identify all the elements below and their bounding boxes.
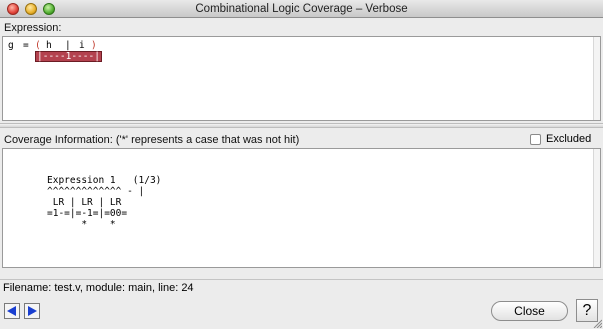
resize-grip-icon[interactable] xyxy=(592,318,602,328)
excluded-checkbox[interactable] xyxy=(530,133,541,145)
coverage-label: Coverage Information: ('*' represents a … xyxy=(4,134,300,146)
expression-equals: = xyxy=(23,40,29,51)
coverage-panel[interactable]: Expression 1 (1/3) ^^^^^^^^^^^^^ - | LR … xyxy=(2,148,601,268)
coverage-line: ^^^^^^^^^^^^^ - | xyxy=(47,186,145,197)
excluded-toggle[interactable]: Excluded xyxy=(530,133,591,145)
excluded-label: Excluded xyxy=(546,133,592,145)
expression-operand-h: h xyxy=(46,40,52,51)
coverage-line: LR | LR | LR xyxy=(47,197,122,208)
coverage-line: =1-=|=-1=|=00= xyxy=(47,208,128,219)
expression-label: Expression: xyxy=(4,22,62,34)
title-bar: Combinational Logic Coverage – Verbose xyxy=(0,0,603,18)
coverage-line: * * xyxy=(47,219,116,230)
previous-button[interactable] xyxy=(4,303,20,319)
close-button[interactable]: Close xyxy=(491,301,568,321)
button-bar: Close ? xyxy=(0,295,603,329)
next-button[interactable] xyxy=(24,303,40,319)
coverage-scrollbar[interactable] xyxy=(593,149,600,267)
pane-splitter[interactable] xyxy=(0,123,603,128)
status-text: Filename: test.v, module: main, line: 24 xyxy=(3,282,194,294)
status-bar: Filename: test.v, module: main, line: 24 xyxy=(0,279,603,294)
window-title: Combinational Logic Coverage – Verbose xyxy=(195,3,408,15)
expression-open-paren: ( xyxy=(35,40,41,51)
right-arrow-icon xyxy=(28,306,37,316)
expression-close-paren: ) xyxy=(91,40,97,51)
expression-lhs: g xyxy=(8,40,14,51)
expression-panel[interactable]: g = ( h | i ) |----1----| xyxy=(2,36,601,121)
expression-operator: | xyxy=(65,40,71,51)
subexpression-highlight[interactable]: |----1----| xyxy=(35,51,102,62)
expression-operand-i: i xyxy=(79,40,85,51)
expression-scrollbar[interactable] xyxy=(593,37,600,120)
coverage-line: Expression 1 (1/3) xyxy=(47,175,162,186)
left-arrow-icon xyxy=(7,306,16,316)
